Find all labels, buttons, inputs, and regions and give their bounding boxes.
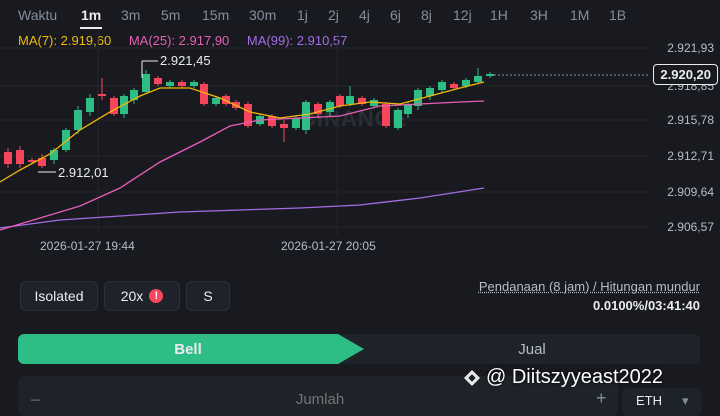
tf-4j[interactable]: 4j (359, 7, 370, 23)
leverage-value: 20x (120, 288, 144, 304)
candle-body (346, 96, 354, 104)
alert-icon: ! (149, 289, 164, 303)
candle-body (62, 130, 70, 150)
tf-1M[interactable]: 1M (570, 7, 589, 23)
tf-1H[interactable]: 1H (490, 7, 508, 23)
tf-8j[interactable]: 8j (421, 7, 432, 23)
credit-text: @ Diitszyyeast2022 (486, 366, 664, 388)
unit-value: ETH (636, 393, 662, 408)
candle-body (382, 104, 390, 126)
low-annotation: 2.912,01 (58, 165, 109, 180)
tf-6j[interactable]: 6j (390, 7, 401, 23)
funding-label[interactable]: Pendanaan (8 jam) / Hitungan mundur (479, 279, 700, 294)
candle-body (16, 150, 24, 164)
sell-tab[interactable]: Jual (364, 334, 700, 364)
candle-body (154, 78, 162, 84)
price-chart[interactable]: BINANCE 2.921,45 2.912,01 2.921,93 2.918… (0, 30, 720, 270)
decrement-button[interactable]: − (30, 390, 41, 411)
tf-3m[interactable]: 3m (121, 7, 140, 23)
candle-body (98, 94, 106, 96)
tf-3H[interactable]: 3H (530, 7, 548, 23)
y-tick: 2.915,78 (667, 113, 714, 127)
candle-body (166, 82, 174, 86)
tf-5m[interactable]: 5m (161, 7, 180, 23)
candle-body (74, 110, 82, 130)
candle-body (142, 74, 150, 92)
candle-body (450, 84, 458, 88)
unit-select[interactable]: ETH ▾ (622, 388, 702, 416)
candle-body (292, 118, 300, 128)
tf-1m[interactable]: 1m (81, 7, 101, 23)
active-tab-indicator (80, 27, 102, 29)
binance-logo-icon (464, 369, 480, 386)
y-tick: 2.912,71 (667, 149, 714, 163)
buy-sell-toggle: Bell Jual (18, 334, 700, 364)
x-tick: 2026-01-27 20:05 (281, 239, 376, 253)
candle-body (302, 102, 310, 130)
candle-body (404, 104, 412, 114)
current-price-badge: 2.920,20 (653, 64, 718, 85)
timeframe-label: Waktu (18, 7, 58, 23)
credit-watermark: @ Diitszyyeast2022 (464, 366, 663, 389)
y-tick: 2.909,64 (667, 185, 714, 199)
candle-body (394, 110, 402, 128)
buy-tab-label[interactable]: Bell (18, 334, 358, 364)
candle-body (178, 82, 186, 86)
candle-body (336, 96, 344, 106)
candle-body (4, 152, 12, 164)
candle-body (280, 124, 288, 128)
timeframe-bar: Waktu 1m 3m 5m 15m 30m 1j 2j 4j 6j 8j 12… (0, 0, 720, 30)
leverage-button[interactable]: 20x ! (104, 281, 180, 311)
margin-mode-button[interactable]: Isolated (20, 281, 98, 311)
candle-body (190, 82, 198, 86)
tf-15m[interactable]: 15m (202, 7, 229, 23)
candle-body (326, 102, 334, 112)
candlestick-svg (0, 30, 650, 235)
tf-2j[interactable]: 2j (328, 7, 339, 23)
candle-body (212, 98, 220, 104)
tf-1j[interactable]: 1j (297, 7, 308, 23)
candle-body (86, 98, 94, 112)
funding-value: 0.0100%/03:41:40 (593, 298, 700, 313)
asset-mode-button[interactable]: S (186, 281, 230, 311)
candle-body (462, 80, 470, 86)
x-tick: 2026-01-27 19:44 (40, 239, 135, 253)
increment-button[interactable]: + (596, 388, 607, 409)
y-tick: 2.921,93 (667, 41, 714, 55)
tf-12j[interactable]: 12j (453, 7, 472, 23)
tf-1B[interactable]: 1B (609, 7, 626, 23)
tf-30m[interactable]: 30m (249, 7, 276, 23)
high-annotation: 2.921,45 (160, 53, 211, 68)
amount-input[interactable] (118, 390, 522, 409)
candle-body (438, 82, 446, 90)
candle-body (474, 76, 482, 82)
y-tick: 2.906,57 (667, 220, 714, 234)
candle-body (486, 74, 494, 76)
chevron-down-icon: ▾ (682, 393, 689, 408)
